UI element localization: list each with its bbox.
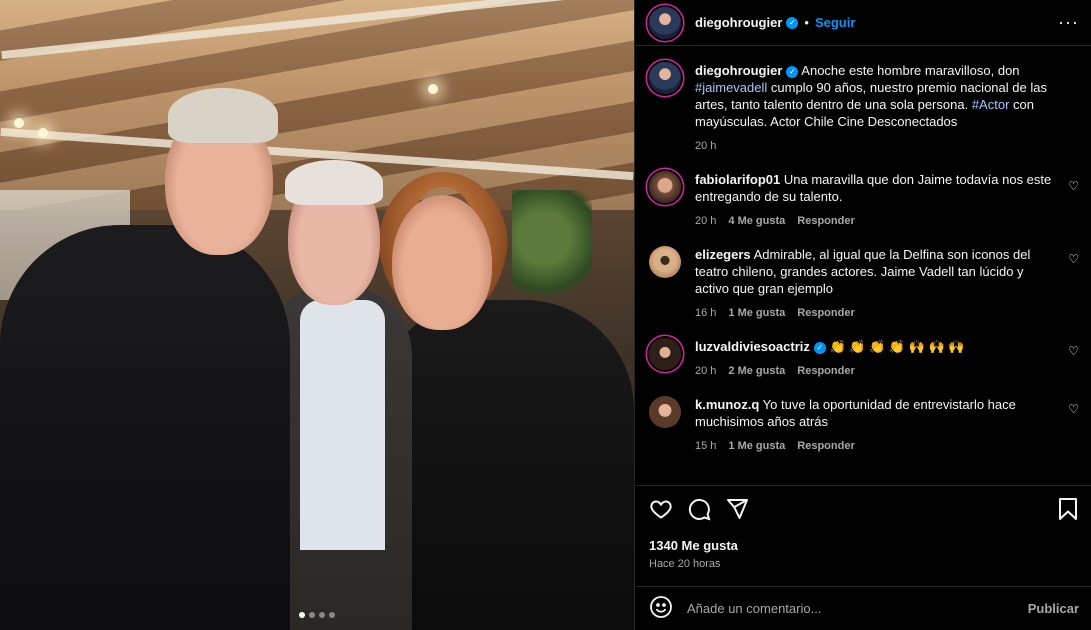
hashtag-link[interactable]: #jaimevadell bbox=[695, 80, 767, 95]
reply-button[interactable]: Responder bbox=[797, 305, 854, 322]
emoji-icon[interactable] bbox=[649, 595, 673, 622]
comment-like-heart-icon[interactable]: ♡ bbox=[1068, 402, 1079, 416]
comment-item: fabiolarifop01 Una maravilla que don Jai… bbox=[649, 171, 1079, 230]
photo-plant bbox=[512, 190, 592, 310]
header-separator: • bbox=[804, 15, 809, 30]
caption-username[interactable]: diegohrougier bbox=[695, 63, 782, 78]
comment-likes[interactable]: 2 Me gusta bbox=[728, 363, 785, 380]
comment-username[interactable]: fabiolarifop01 bbox=[695, 172, 780, 187]
person-left-hair bbox=[168, 88, 278, 143]
carousel-dot-active[interactable] bbox=[299, 612, 305, 618]
comment-time[interactable]: 16 h bbox=[695, 305, 716, 322]
comment-username[interactable]: elizegers bbox=[695, 247, 751, 262]
carousel-dot[interactable] bbox=[309, 612, 315, 618]
comments-list[interactable]: diegohrougier ✓ Anoche este hombre maravi… bbox=[635, 46, 1091, 485]
verified-badge-icon: ✓ bbox=[813, 341, 826, 354]
verified-badge-icon: ✓ bbox=[786, 16, 799, 29]
publish-button[interactable]: Publicar bbox=[1028, 601, 1079, 616]
comment-item: k.munoz.q Yo tuve la oportunidad de entr… bbox=[649, 396, 1079, 455]
commenter-avatar[interactable] bbox=[649, 171, 681, 203]
person-left-body bbox=[0, 225, 290, 630]
comment-likes[interactable]: 4 Me gusta bbox=[728, 213, 785, 230]
commenter-avatar[interactable] bbox=[649, 396, 681, 428]
add-comment-bar: Publicar bbox=[635, 586, 1091, 630]
comment-time[interactable]: 20 h bbox=[695, 363, 716, 380]
comment-like-heart-icon[interactable]: ♡ bbox=[1068, 252, 1079, 266]
author-avatar[interactable] bbox=[649, 6, 681, 39]
caption: diegohrougier ✓ Anoche este hombre maravi… bbox=[649, 62, 1079, 155]
person-right-body bbox=[375, 300, 634, 630]
comment-time[interactable]: 15 h bbox=[695, 438, 716, 455]
comment-likes[interactable]: 1 Me gusta bbox=[728, 438, 785, 455]
person-right-face bbox=[392, 195, 492, 330]
photo-lamp bbox=[38, 128, 48, 138]
comment-likes[interactable]: 1 Me gusta bbox=[728, 305, 785, 322]
commenter-avatar[interactable] bbox=[649, 246, 681, 278]
author-username[interactable]: diegohrougier bbox=[695, 15, 782, 30]
caption-avatar[interactable] bbox=[649, 62, 681, 94]
more-options-icon[interactable]: ··· bbox=[1058, 12, 1079, 33]
photo-lamp bbox=[428, 84, 438, 94]
post-time-ago[interactable]: Hace 20 horas bbox=[649, 558, 1079, 570]
carousel-dot[interactable] bbox=[329, 612, 335, 618]
comment-username[interactable]: luzvaldiviesoactriz bbox=[695, 339, 810, 354]
photo-lamp bbox=[14, 118, 24, 128]
reply-button[interactable]: Responder bbox=[797, 213, 854, 230]
carousel-dot[interactable] bbox=[319, 612, 325, 618]
comment-like-heart-icon[interactable]: ♡ bbox=[1068, 344, 1079, 358]
caption-text-1: Anoche este hombre maravilloso, don bbox=[801, 63, 1020, 78]
caption-time[interactable]: 20 h bbox=[695, 138, 716, 155]
reply-button[interactable]: Responder bbox=[797, 363, 854, 380]
verified-badge-icon: ✓ bbox=[786, 65, 799, 78]
share-paper-plane-icon[interactable] bbox=[725, 497, 749, 524]
commenter-avatar[interactable] bbox=[649, 338, 681, 370]
reply-button[interactable]: Responder bbox=[797, 438, 854, 455]
post-header: diegohrougier ✓ • Seguir ··· bbox=[635, 0, 1091, 46]
post-side-panel: diegohrougier ✓ • Seguir ··· diegohrougi… bbox=[634, 0, 1091, 630]
comment-item: luzvaldiviesoactriz ✓ 👏 👏 👏 👏 🙌 🙌 🙌 20 h … bbox=[649, 338, 1079, 380]
comment-time[interactable]: 20 h bbox=[695, 213, 716, 230]
comment-input[interactable] bbox=[687, 601, 1014, 616]
comment-text: 👏 👏 👏 👏 🙌 🙌 🙌 bbox=[829, 339, 965, 354]
follow-button[interactable]: Seguir bbox=[815, 15, 855, 30]
comment-bubble-icon[interactable] bbox=[687, 497, 711, 524]
person-center-shirt bbox=[300, 300, 385, 550]
post-actions: 1340 Me gusta Hace 20 horas bbox=[635, 485, 1091, 570]
comment-username[interactable]: k.munoz.q bbox=[695, 397, 759, 412]
likes-count[interactable]: 1340 Me gusta bbox=[649, 538, 1079, 553]
like-heart-icon[interactable] bbox=[649, 497, 673, 524]
hashtag-link[interactable]: #Actor bbox=[972, 97, 1010, 112]
post-photo[interactable] bbox=[0, 0, 634, 630]
carousel-dots bbox=[0, 612, 634, 618]
comment-like-heart-icon[interactable]: ♡ bbox=[1068, 179, 1079, 193]
save-bookmark-icon[interactable] bbox=[1057, 497, 1079, 524]
comment-item: elizegers Admirable, al igual que la Del… bbox=[649, 246, 1079, 322]
person-center-hair bbox=[285, 160, 383, 205]
